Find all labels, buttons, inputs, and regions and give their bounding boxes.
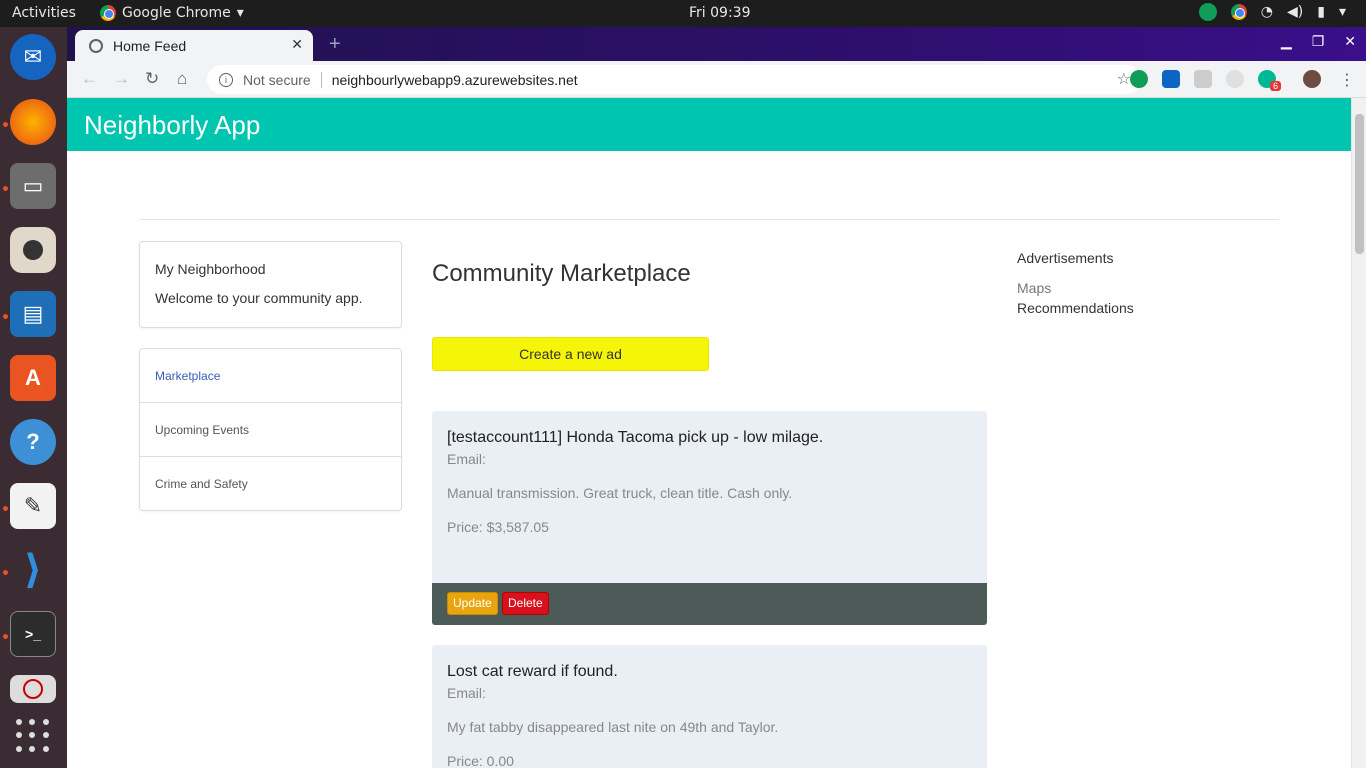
close-window-icon[interactable]: ✕ — [1344, 33, 1356, 50]
app-menu-label: Google Chrome — [122, 5, 231, 21]
app-header: Neighborly App — [67, 98, 1351, 151]
software-center-icon[interactable]: A — [10, 355, 56, 401]
sidebar-menu: Marketplace Upcoming Events Crime and Sa… — [139, 348, 402, 511]
ad-price: Price: 0.00 — [447, 753, 514, 768]
scrollbar-thumb[interactable] — [1355, 114, 1364, 254]
ad-title: [testaccount111] Honda Tacoma pick up - … — [447, 429, 824, 446]
running-indicator — [3, 570, 8, 575]
reload-icon[interactable]: ↻ — [145, 69, 159, 89]
app-brand[interactable]: Neighborly App — [84, 110, 260, 141]
divider — [139, 219, 1279, 220]
address-bar[interactable]: i Not secure neighbourlywebapp9.azureweb… — [207, 65, 1141, 94]
show-applications-icon[interactable] — [16, 719, 50, 753]
system-tray[interactable]: ◔ ◀) ▮ ▾ — [1198, 3, 1346, 21]
activities-button[interactable]: Activities — [12, 5, 76, 21]
chevron-down-icon[interactable]: ▾ — [1339, 4, 1346, 20]
running-indicator — [3, 314, 8, 319]
ad-card: [testaccount111] Honda Tacoma pick up - … — [432, 411, 987, 625]
linkedin-extension-icon[interactable] — [1162, 70, 1180, 88]
new-tab-icon[interactable]: + — [329, 33, 341, 56]
running-indicator — [3, 634, 8, 639]
vscode-icon[interactable]: ⟩ — [10, 547, 56, 593]
url-text[interactable]: neighbourlywebapp9.azurewebsites.net — [332, 72, 578, 88]
ad-description: Manual transmission. Great truck, clean … — [447, 485, 793, 501]
writer-icon[interactable]: ▤ — [10, 291, 56, 337]
divider — [320, 71, 322, 88]
ad-card: Lost cat reward if found. Email: My fat … — [432, 645, 987, 768]
ad-title: Lost cat reward if found. — [447, 663, 618, 680]
extension-badge: 6 — [1270, 81, 1282, 91]
app-menu[interactable]: Google Chrome ▾ — [100, 5, 244, 21]
browser-toolbar: ← → ↻ ⌂ i Not secure neighbourlywebapp9.… — [67, 61, 1366, 98]
system-top-bar: Activities Google Chrome ▾ Fri 09:39 ◔ ◀… — [0, 0, 1366, 27]
create-ad-button[interactable]: Create a new ad — [432, 337, 709, 371]
wifi-icon[interactable]: ◔ — [1261, 4, 1273, 20]
advertisements-heading: Advertisements — [1017, 250, 1114, 266]
battery-icon[interactable]: ▮ — [1317, 4, 1325, 20]
terminal-icon[interactable]: >_ — [10, 611, 56, 657]
ad-email: Email: — [447, 685, 486, 701]
welcome-text: Welcome to your community app. — [155, 290, 363, 306]
chrome-icon — [100, 5, 116, 21]
sidebar-item-upcoming-events[interactable]: Upcoming Events — [140, 403, 401, 457]
text-editor-icon[interactable]: ✎ — [10, 483, 56, 529]
react-devtools-icon[interactable] — [1194, 70, 1212, 88]
sidebar-item-marketplace[interactable]: Marketplace — [140, 349, 401, 403]
recorder-icon[interactable] — [10, 675, 56, 703]
thunderbird-icon[interactable]: ✉ — [10, 34, 56, 80]
hangouts-icon[interactable] — [1198, 3, 1217, 21]
security-label[interactable]: Not secure — [243, 72, 311, 88]
dock: ✉ ▭ ▤ A ? ✎ ⟩ >_ — [0, 27, 67, 768]
bookmark-star-icon[interactable]: ☆ — [1117, 69, 1131, 89]
info-icon[interactable]: i — [219, 72, 233, 87]
maps-link[interactable]: Maps — [1017, 280, 1134, 296]
ad-description: My fat tabby disappeared last nite on 49… — [447, 719, 779, 735]
rhythmbox-icon[interactable] — [10, 227, 56, 273]
neighborhood-card: My Neighborhood Welcome to your communit… — [139, 241, 402, 328]
running-indicator — [3, 506, 8, 511]
home-icon[interactable]: ⌂ — [177, 69, 187, 89]
tab-home-feed[interactable]: Home Feed ✕ — [75, 30, 313, 61]
running-indicator — [3, 186, 8, 191]
hangouts-extension-icon[interactable] — [1130, 70, 1148, 88]
window-controls: ▁ ❐ ✕ — [1281, 33, 1356, 50]
avatar[interactable] — [1303, 70, 1321, 88]
sidebar-item-crime-and-safety[interactable]: Crime and Safety — [140, 457, 401, 511]
extension-icon[interactable] — [1226, 70, 1244, 88]
forward-icon[interactable]: → — [113, 69, 130, 89]
update-button[interactable]: Update — [447, 592, 498, 615]
close-icon[interactable]: ✕ — [291, 36, 303, 53]
files-icon[interactable]: ▭ — [10, 163, 56, 209]
ad-price: Price: $3,587.05 — [447, 519, 549, 535]
web-page: Neighborly App My Neighborhood Welcome t… — [67, 98, 1351, 768]
back-icon[interactable]: ← — [81, 69, 98, 89]
firefox-icon[interactable] — [10, 99, 56, 145]
volume-icon[interactable]: ◀) — [1287, 4, 1303, 20]
clock[interactable]: Fri 09:39 — [689, 5, 750, 21]
globe-icon — [89, 38, 103, 53]
delete-button[interactable]: Delete — [502, 592, 549, 615]
right-sidebar: Advertisements Maps Recommendations — [1017, 250, 1134, 316]
ad-email: Email: — [447, 451, 486, 467]
help-icon[interactable]: ? — [10, 419, 56, 465]
running-indicator — [3, 122, 8, 127]
maximize-icon[interactable]: ❐ — [1312, 33, 1325, 50]
more-menu-icon[interactable]: ⋮ — [1339, 70, 1355, 90]
recommendations-link[interactable]: Recommendations — [1017, 300, 1134, 316]
ad-footer: Update Delete — [432, 583, 987, 625]
neighborhood-title: My Neighborhood — [155, 261, 266, 277]
page-scrollbar[interactable] — [1351, 98, 1366, 768]
browser-tabstrip: Home Feed ✕ + ▁ ❐ ✕ — [67, 27, 1366, 61]
minimize-icon[interactable]: ▁ — [1281, 33, 1292, 50]
chrome-tray-icon[interactable] — [1230, 4, 1247, 20]
tab-title: Home Feed — [113, 37, 187, 54]
chevron-down-icon: ▾ — [236, 5, 244, 21]
page-title: Community Marketplace — [432, 260, 691, 287]
